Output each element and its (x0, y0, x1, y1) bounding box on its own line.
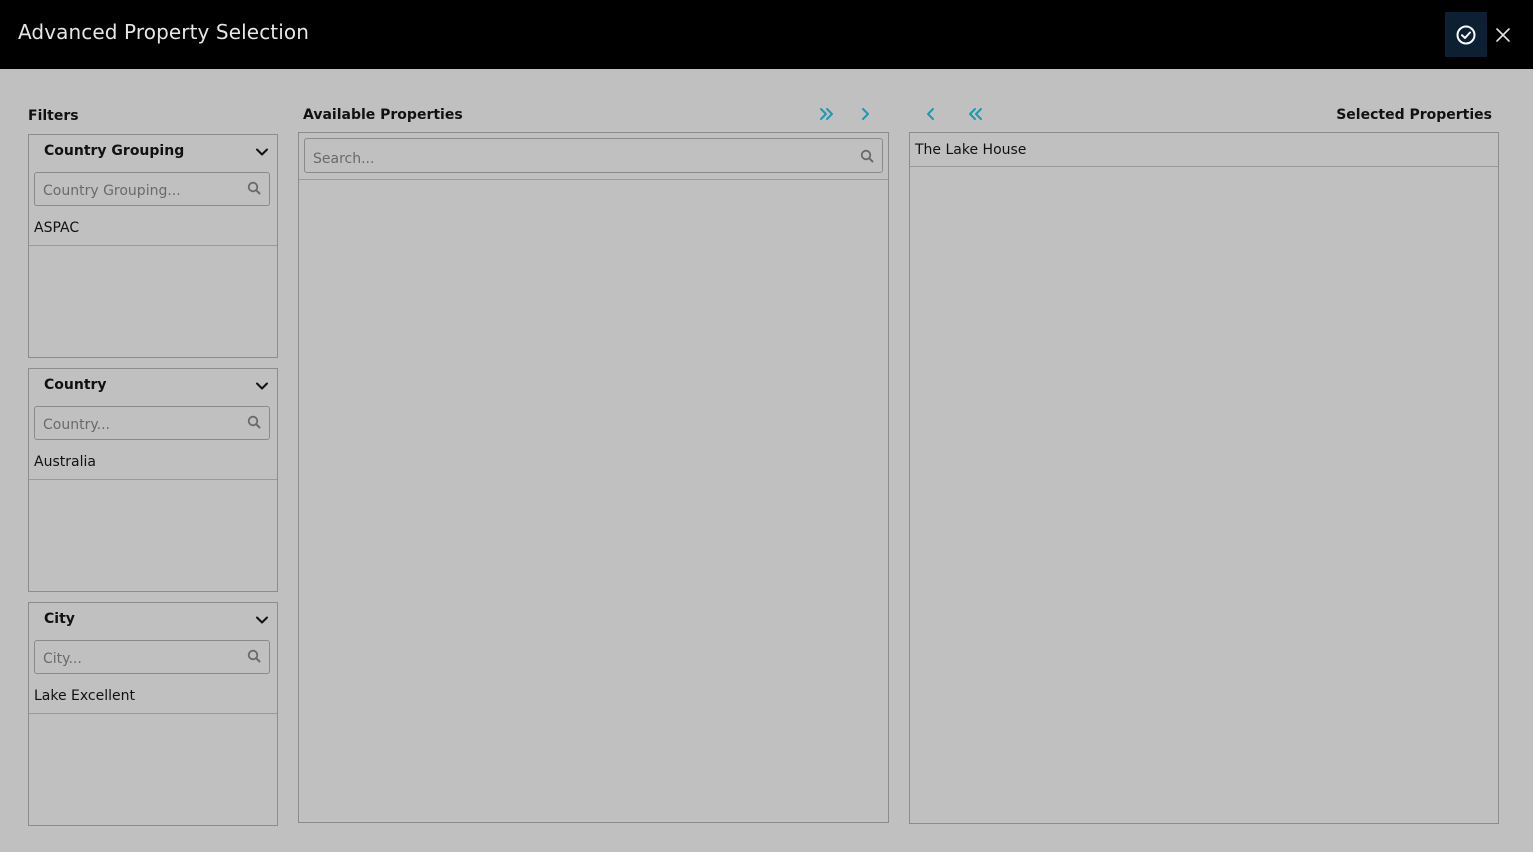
filter-city: City Lake Excellent (28, 602, 278, 826)
available-search-input[interactable] (305, 139, 882, 172)
divider (299, 179, 888, 180)
move-all-right-button[interactable] (815, 102, 839, 126)
filter-header: Country (29, 369, 277, 403)
filter-label: City (44, 611, 75, 627)
country-grouping-search (34, 172, 270, 206)
double-chevron-right-icon (820, 108, 833, 120)
city-search-input[interactable] (35, 641, 269, 673)
list-item[interactable]: ASPAC (29, 212, 277, 246)
check-circle-icon (1456, 25, 1476, 44)
search-icon (247, 414, 261, 433)
available-properties-title: Available Properties (303, 107, 463, 123)
close-icon (1496, 28, 1510, 42)
filter-country-grouping: Country Grouping ASPAC (28, 134, 278, 358)
chevron-down-icon[interactable] (255, 144, 269, 163)
move-left-button[interactable] (919, 102, 943, 126)
country-grouping-search-input[interactable] (35, 173, 269, 205)
filter-label: Country (44, 377, 107, 393)
city-search (34, 640, 270, 674)
close-button[interactable] (1493, 24, 1513, 46)
filter-header: Country Grouping (29, 135, 277, 169)
search-icon (247, 180, 261, 199)
confirm-button[interactable] (1445, 12, 1487, 57)
double-chevron-left-icon (969, 108, 982, 120)
chevron-left-icon (927, 108, 934, 120)
selected-properties-panel: The Lake House (909, 132, 1499, 824)
dialog-title: Advanced Property Selection (18, 20, 310, 44)
filter-country: Country Australia (28, 368, 278, 592)
move-all-left-button[interactable] (963, 102, 987, 126)
search-icon (247, 648, 261, 667)
filters-title: Filters (28, 108, 79, 124)
move-right-button[interactable] (853, 102, 877, 126)
country-search (34, 406, 270, 440)
chevron-right-icon (862, 108, 869, 120)
chevron-down-icon[interactable] (255, 612, 269, 631)
search-icon (860, 148, 874, 167)
chevron-down-icon[interactable] (255, 378, 269, 397)
list-item[interactable]: The Lake House (910, 133, 1498, 167)
available-properties-panel (298, 132, 889, 823)
list-item[interactable]: Lake Excellent (29, 680, 277, 714)
list-item[interactable]: Australia (29, 446, 277, 480)
filter-label: Country Grouping (44, 143, 185, 159)
available-search (304, 138, 883, 173)
title-bar: Advanced Property Selection (0, 0, 1533, 69)
country-search-input[interactable] (35, 407, 269, 439)
selected-properties-title: Selected Properties (1336, 107, 1492, 123)
filter-header: City (29, 603, 277, 637)
